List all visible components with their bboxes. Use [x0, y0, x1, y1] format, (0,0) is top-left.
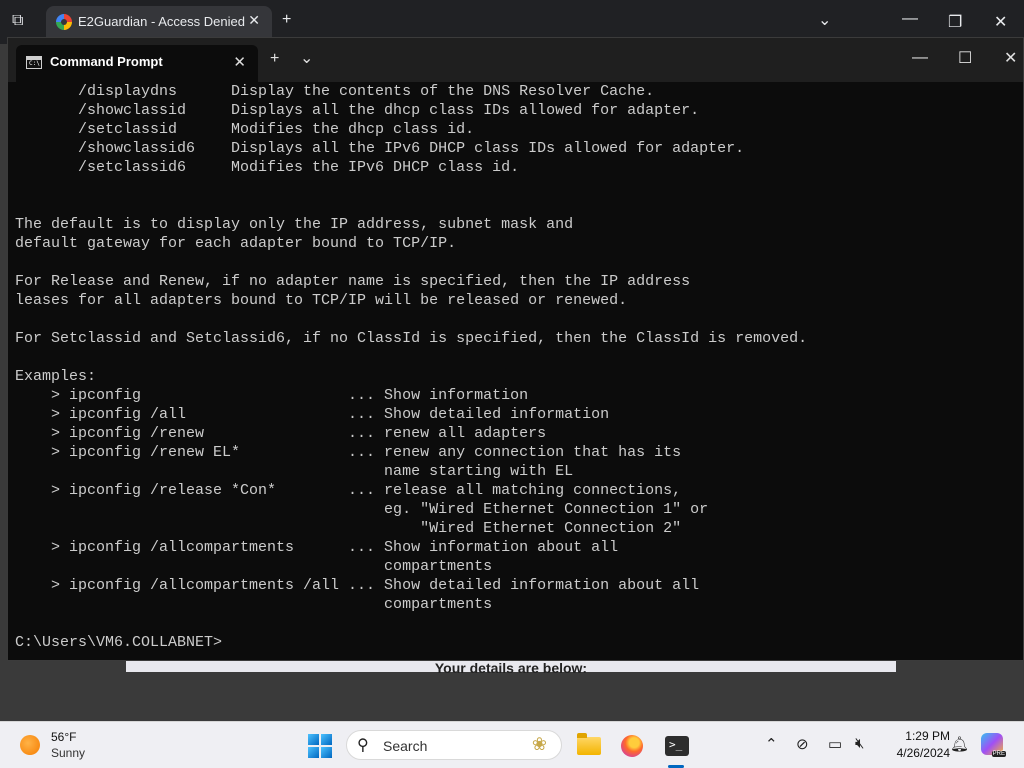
- google-icon: [56, 14, 72, 30]
- search-icon: ⚲: [357, 737, 369, 754]
- show-hidden-icons-chevron-icon[interactable]: ⌃: [765, 735, 778, 753]
- console-line: > ipconfig /renew EL* ... renew any conn…: [15, 444, 682, 461]
- copilot-badge: PRE: [991, 751, 1006, 757]
- browser-tab[interactable]: E2Guardian - Access Denied ✕: [46, 6, 272, 38]
- console-line: /setclassid6 Modifies the IPv6 DHCP clas…: [15, 159, 520, 176]
- console-line: compartments: [15, 596, 493, 613]
- console-line: For Setclassid and Setclassid6, if no Cl…: [15, 330, 808, 347]
- console-line: > ipconfig /allcompartments ... Show inf…: [15, 539, 619, 556]
- page-peek-text: Your details are below:: [434, 660, 588, 676]
- console-line: The default is to display only the IP ad…: [15, 216, 574, 233]
- console-line: eg. "Wired Ethernet Connection 1" or: [15, 501, 709, 518]
- console-line: /showclassid Displays all the dhcp class…: [15, 102, 700, 119]
- console-line: default gateway for each adapter bound t…: [15, 235, 457, 252]
- console-line: /setclassid Modifies the dhcp class id.: [15, 121, 475, 138]
- browser-close-button[interactable]: ✕: [994, 12, 1007, 32]
- firefox-icon[interactable]: [617, 731, 647, 761]
- clock-time[interactable]: 1:29 PM: [890, 729, 950, 743]
- new-terminal-tab-button[interactable]: +: [270, 50, 279, 68]
- weather-temperature[interactable]: 56°F: [51, 730, 76, 744]
- console-line: compartments: [15, 558, 493, 575]
- terminal-tab-title: Command Prompt: [50, 54, 163, 69]
- browser-tab-close-icon[interactable]: ✕: [248, 12, 260, 29]
- console-line: Examples:: [15, 368, 97, 385]
- search-label: Search: [383, 738, 428, 754]
- console-line: > ipconfig /allcompartments /all ... Sho…: [15, 577, 700, 594]
- command-prompt-icon: C:\: [26, 56, 42, 69]
- console-line: name starting with EL: [15, 463, 574, 480]
- taskbar: 56°F Sunny ⚲ Search ❀ >_ ⌃ ⊘ ▭ 🔇︎ 1:29 P…: [0, 721, 1024, 768]
- browser-tab-title: E2Guardian - Access Denied: [78, 14, 245, 29]
- terminal-dropdown-button[interactable]: ⌄: [300, 48, 313, 68]
- terminal-minimize-button[interactable]: —: [912, 49, 928, 67]
- console-text[interactable]: /displaydns Display the contents of the …: [15, 82, 1015, 652]
- console-line: /displaydns Display the contents of the …: [15, 83, 655, 100]
- console-line: > ipconfig /renew ... renew all adapters: [15, 425, 547, 442]
- tab-search-icon[interactable]: ⌄: [818, 10, 831, 30]
- file-explorer-icon[interactable]: [574, 731, 604, 761]
- copilot-icon[interactable]: PRE: [981, 733, 1006, 757]
- terminal-close-button[interactable]: ✕: [1004, 48, 1017, 68]
- taskbar-search[interactable]: ⚲ Search ❀: [346, 730, 562, 760]
- weather-condition[interactable]: Sunny: [51, 746, 85, 760]
- browser-minimize-button[interactable]: —: [902, 10, 918, 28]
- sun-icon[interactable]: [20, 735, 40, 755]
- prompt-line: C:\Users\VM6.COLLABNET>: [15, 634, 223, 651]
- console-line: > ipconfig ... Show information: [15, 387, 529, 404]
- terminal-icon[interactable]: >_: [662, 731, 692, 761]
- console-line: > ipconfig /all ... Show detailed inform…: [15, 406, 610, 423]
- terminal-maximize-button[interactable]: ☐: [958, 48, 972, 68]
- search-highlight-icon: ❀: [531, 734, 547, 754]
- volume-icon[interactable]: 🔇︎: [855, 735, 864, 752]
- windows-start-icon[interactable]: [308, 734, 332, 758]
- console-line: /showclassid6 Displays all the IPv6 DHCP…: [15, 140, 745, 157]
- notification-bell-icon[interactable]: 🔔︎: [950, 735, 969, 753]
- display-icon[interactable]: ▭: [828, 735, 842, 753]
- console-line: leases for all adapters bound to TCP/IP …: [15, 292, 628, 309]
- browser-restore-button[interactable]: ❐: [948, 12, 962, 32]
- terminal-window: C:\ Command Prompt ✕ + ⌄ — ☐ ✕ /displayd…: [7, 37, 1024, 661]
- tab-actions-icon[interactable]: ⧉: [12, 12, 23, 30]
- terminal-titlebar: C:\ Command Prompt ✕ + ⌄ — ☐ ✕: [8, 38, 1023, 82]
- terminal-tab-close-icon[interactable]: ✕: [233, 53, 246, 71]
- console-line: "Wired Ethernet Connection 2": [15, 520, 682, 537]
- clock-date[interactable]: 4/26/2024: [880, 746, 950, 760]
- console-line: > ipconfig /release *Con* ... release al…: [15, 482, 682, 499]
- new-tab-button[interactable]: +: [282, 11, 291, 29]
- terminal-output[interactable]: /displaydns Display the contents of the …: [15, 82, 1015, 654]
- network-offline-icon[interactable]: ⊘: [796, 735, 809, 753]
- terminal-tab[interactable]: C:\ Command Prompt ✕: [16, 45, 258, 82]
- console-line: For Release and Renew, if no adapter nam…: [15, 273, 691, 290]
